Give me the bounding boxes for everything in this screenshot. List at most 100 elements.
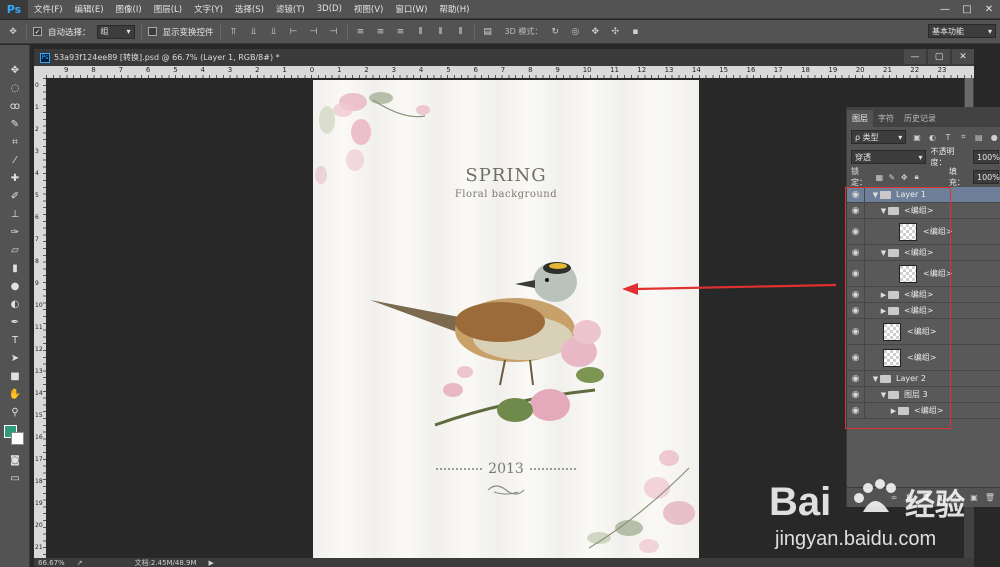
tab-layers[interactable]: 图层 <box>847 110 873 127</box>
minimize-icon[interactable]: — <box>904 49 926 64</box>
auto-select-value: 组 <box>100 27 109 36</box>
slide-3d-icon[interactable]: ✣ <box>608 25 622 39</box>
ruler-tick-label: 2 <box>35 126 39 133</box>
clone-stamp-tool-icon[interactable]: ⊥ <box>0 205 30 223</box>
distribute-bottom-icon[interactable]: ≡ <box>394 25 408 39</box>
dodge-tool-icon[interactable]: ◐ <box>0 295 30 313</box>
tab-history[interactable]: 历史记录 <box>899 110 941 127</box>
chevron-right-icon[interactable]: ▶ <box>209 559 214 567</box>
ruler-tick-label: 12 <box>35 346 43 353</box>
menu-help[interactable]: 帮助(H) <box>433 3 475 15</box>
align-bottom-icon[interactable]: ⫫ <box>267 25 281 39</box>
menu-filter[interactable]: 滤镜(T) <box>270 3 311 15</box>
type-filter-icon[interactable]: T <box>943 132 952 142</box>
align-hcenter-icon[interactable]: ⊣ <box>307 25 321 39</box>
eyedropper-tool-icon[interactable]: ⁄ <box>0 151 30 169</box>
shape-tool-icon[interactable]: ■ <box>0 367 30 385</box>
quick-select-tool-icon[interactable]: ✎ <box>0 115 30 133</box>
history-brush-tool-icon[interactable]: ✑ <box>0 223 30 241</box>
ruler-tick-label: 19 <box>828 66 838 74</box>
document-tab[interactable]: Ps 53a93f124ee89 [转换].psd @ 66.7% (Layer… <box>34 49 286 66</box>
path-select-tool-icon[interactable]: ➤ <box>0 349 30 367</box>
opacity-input[interactable]: 100% <box>973 150 1000 164</box>
shape-filter-icon[interactable]: ⌗ <box>959 132 968 142</box>
hand-tool-icon[interactable]: ✋ <box>0 385 30 403</box>
distribute-left-icon[interactable]: ⦀ <box>414 25 428 39</box>
menu-layer[interactable]: 图层(L) <box>148 3 188 15</box>
healing-brush-tool-icon[interactable]: ✚ <box>0 169 30 187</box>
type-tool-icon[interactable]: T <box>0 331 30 349</box>
artboard[interactable]: SPRING Floral background 2013 <box>313 80 699 558</box>
ruler-tick-label: 16 <box>35 434 43 441</box>
menu-select[interactable]: 选择(S) <box>229 3 270 15</box>
menu-3d[interactable]: 3D(D) <box>311 4 348 14</box>
distribute-top-icon[interactable]: ≡ <box>354 25 368 39</box>
ruler-tick-label: 2 <box>255 66 260 74</box>
blend-mode-dropdown[interactable]: 穿透 ▾ <box>851 150 927 164</box>
lock-transparent-icon[interactable]: ▦ <box>875 172 884 182</box>
auto-select-dropdown[interactable]: 组 ▾ <box>96 24 135 39</box>
marquee-tool-icon[interactable]: ◌ <box>0 79 30 97</box>
drag-3d-icon[interactable]: ✥ <box>588 25 602 39</box>
document-size: 文档:2.45M/48.9M <box>134 558 197 567</box>
roll-3d-icon[interactable]: ◎ <box>568 25 582 39</box>
scrollbar-thumb[interactable] <box>965 78 973 108</box>
auto-select-checkbox[interactable]: ✓ <box>33 27 42 36</box>
minimize-icon[interactable]: — <box>934 0 956 19</box>
menu-window[interactable]: 窗口(W) <box>389 3 433 15</box>
menu-edit[interactable]: 编辑(E) <box>69 3 110 15</box>
menu-image[interactable]: 图像(I) <box>110 3 148 15</box>
fill-input[interactable]: 100% <box>973 170 1000 184</box>
menu-file[interactable]: 文件(F) <box>28 3 69 15</box>
adjustment-filter-icon[interactable]: ◐ <box>928 132 937 142</box>
ruler-tick-label: 11 <box>35 324 43 331</box>
background-color-swatch[interactable] <box>11 432 24 445</box>
auto-align-icon[interactable]: ▤ <box>481 25 495 39</box>
gradient-tool-icon[interactable]: ▮ <box>0 259 30 277</box>
zoom-level[interactable]: 66.67% <box>38 559 65 567</box>
pen-tool-icon[interactable]: ✒ <box>0 313 30 331</box>
maximize-icon[interactable]: □ <box>956 0 978 19</box>
lock-pixels-icon[interactable]: ✎ <box>888 172 896 182</box>
screen-mode-icon[interactable]: ▭ <box>0 469 30 487</box>
ruler-tick-label: 14 <box>35 390 43 397</box>
lock-all-icon[interactable]: 🔒︎ <box>912 172 920 182</box>
filter-type-value: ρ 类型 <box>855 132 879 142</box>
align-right-icon[interactable]: ⊣ <box>327 25 341 39</box>
annotation-highlight-box <box>845 187 951 429</box>
distribute-right-icon[interactable]: ⦀ <box>454 25 468 39</box>
menu-view[interactable]: 视图(V) <box>348 3 389 15</box>
tab-character[interactable]: 字符 <box>873 110 899 127</box>
lasso-tool-icon[interactable]: ꝏ <box>0 97 30 115</box>
zoom-tool-icon[interactable]: ⚲ <box>0 403 30 421</box>
restore-icon[interactable]: ▢ <box>928 49 950 64</box>
move-tool-icon[interactable]: ✥ <box>6 25 20 39</box>
crop-tool-icon[interactable]: ⌗ <box>0 133 30 151</box>
annotation-arrow <box>622 283 837 295</box>
distribute-hcenter-icon[interactable]: ⦀ <box>434 25 448 39</box>
align-top-icon[interactable]: ⫪ <box>227 25 241 39</box>
close-icon[interactable]: ✕ <box>978 0 1000 19</box>
scale-3d-icon[interactable]: ▪ <box>628 25 642 39</box>
brush-tool-icon[interactable]: ✐ <box>0 187 30 205</box>
move-tool-icon[interactable]: ✥ <box>0 61 30 79</box>
align-vcenter-icon[interactable]: ⫫ <box>247 25 261 39</box>
filter-type-dropdown[interactable]: ρ 类型 ▾ <box>851 130 907 144</box>
workspace-dropdown[interactable]: 基本功能 ▾ <box>928 24 996 38</box>
rotate-3d-icon[interactable]: ↻ <box>548 25 562 39</box>
close-icon[interactable]: ✕ <box>952 49 974 64</box>
image-filter-icon[interactable]: ▣ <box>912 132 921 142</box>
smart-object-filter-icon[interactable]: ▤ <box>974 132 983 142</box>
align-left-icon[interactable]: ⊢ <box>287 25 301 39</box>
eraser-tool-icon[interactable]: ▱ <box>0 241 30 259</box>
ruler-tick-label: 3 <box>35 148 39 155</box>
distribute-vcenter-icon[interactable]: ≡ <box>374 25 388 39</box>
lock-position-icon[interactable]: ✥ <box>900 172 908 182</box>
export-icon[interactable]: ↗ <box>77 559 83 567</box>
filter-toggle-icon[interactable]: ● <box>990 132 999 142</box>
menu-bar: Ps 文件(F) 编辑(E) 图像(I) 图层(L) 文字(Y) 选择(S) 滤… <box>0 0 1000 19</box>
show-transform-checkbox[interactable] <box>147 27 157 36</box>
menu-type[interactable]: 文字(Y) <box>188 3 229 15</box>
blur-tool-icon[interactable]: ● <box>0 277 30 295</box>
quick-mask-icon[interactable]: ◙ <box>0 451 30 469</box>
